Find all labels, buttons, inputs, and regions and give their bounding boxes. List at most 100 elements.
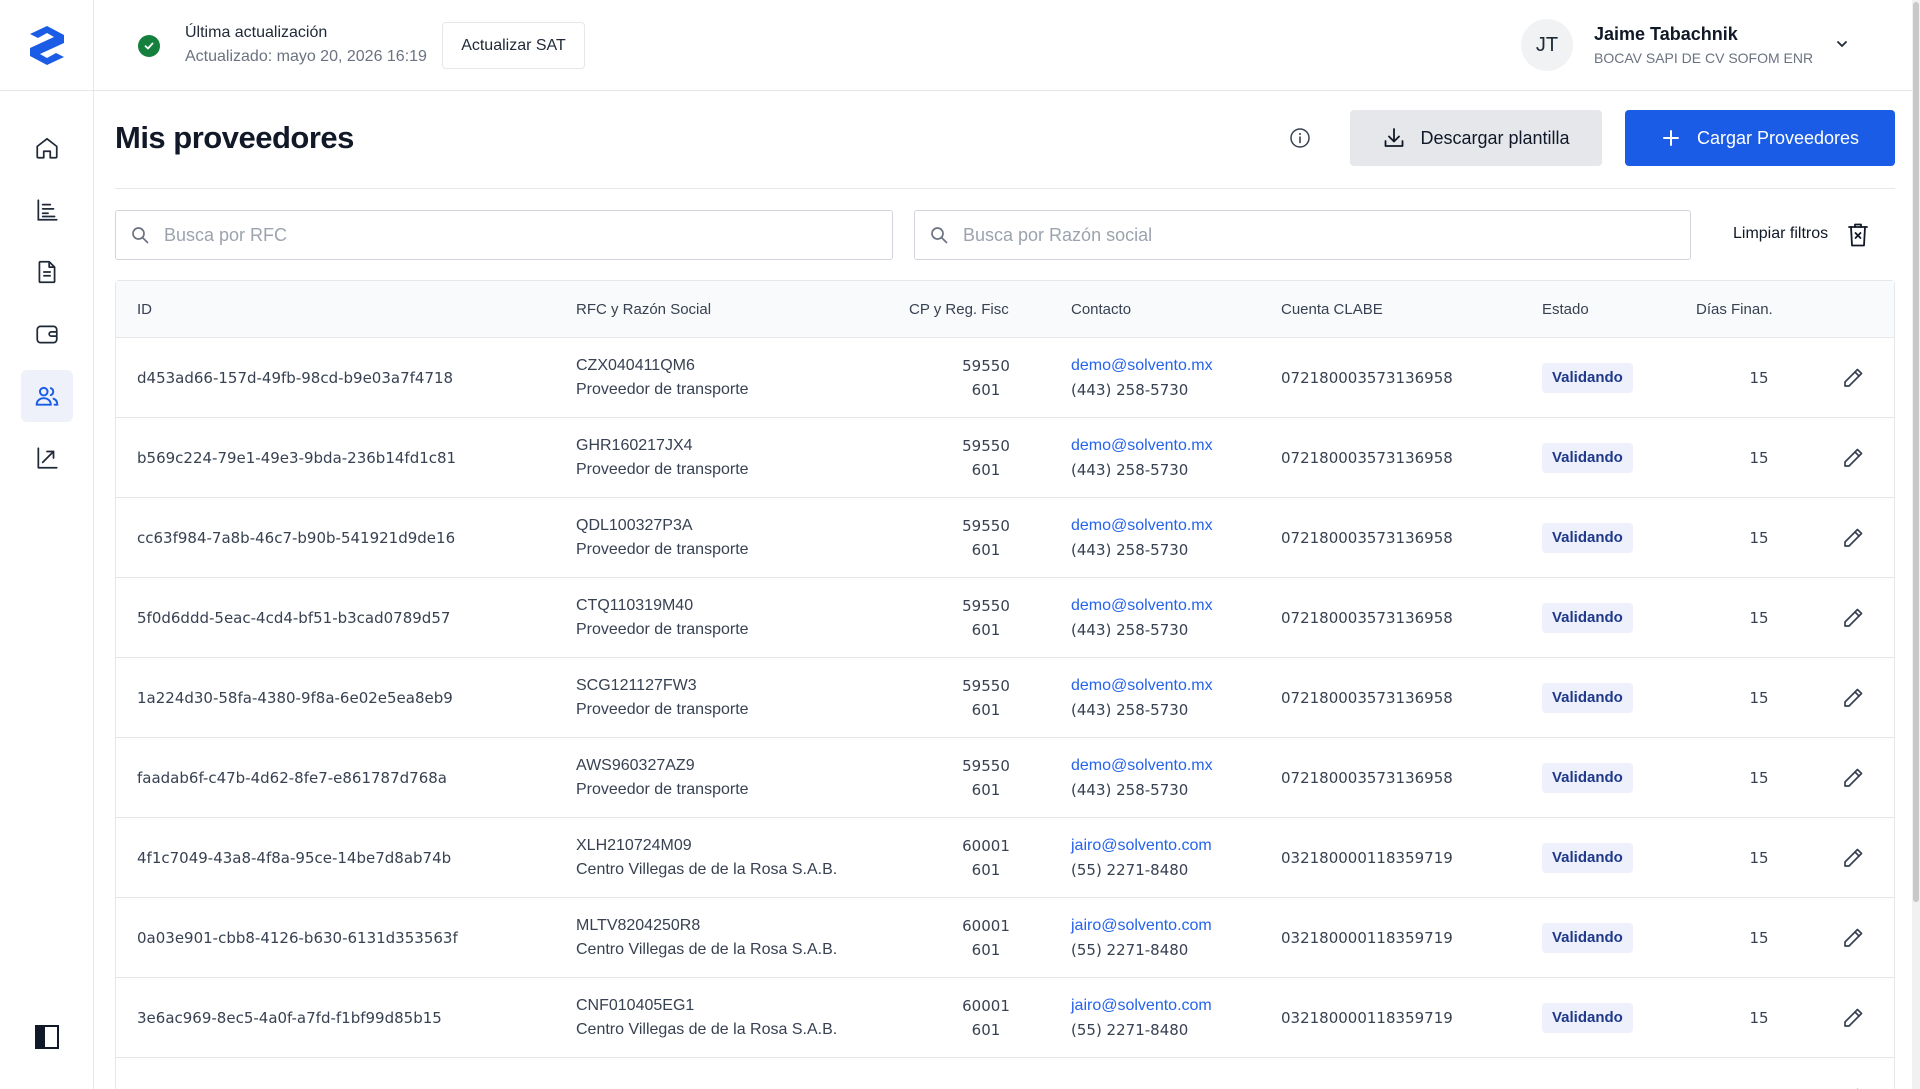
cell-dias: 15 bbox=[1749, 609, 1769, 627]
provider-email-link[interactable]: demo@solvento.mx bbox=[1071, 514, 1213, 538]
upload-providers-button[interactable]: Cargar Proveedores bbox=[1625, 110, 1895, 166]
column-header-id[interactable]: ID bbox=[137, 281, 152, 338]
column-header-clabe[interactable]: Cuenta CLABE bbox=[1281, 281, 1383, 338]
edit-provider-button[interactable] bbox=[1833, 498, 1873, 578]
table-row[interactable]: 3e6ac969-8ec5-4a0f-a7fd-f1bf99d85b15 CNF… bbox=[116, 978, 1894, 1058]
edit-provider-button[interactable] bbox=[1833, 578, 1873, 658]
info-icon[interactable] bbox=[1289, 127, 1311, 149]
clear-filters-button[interactable]: Limpiar filtros bbox=[1733, 225, 1828, 243]
table-row[interactable]: b569c224-79e1-49e3-9bda-236b14fd1c81 GHR… bbox=[116, 418, 1894, 498]
provider-id: 5f0d6ddd-5eac-4cd4-bf51-b3cad0789d57 bbox=[137, 578, 450, 658]
cell-dias: 15 bbox=[1749, 769, 1769, 787]
edit-provider-button[interactable] bbox=[1833, 978, 1873, 1058]
provider-email-link[interactable]: demo@solvento.mx bbox=[1071, 674, 1213, 698]
provider-cp: 59550 bbox=[962, 517, 1010, 535]
cell-clabe: 072180003573136958 bbox=[1281, 769, 1453, 787]
edit-provider-button[interactable] bbox=[1833, 818, 1873, 898]
provider-rfc: SCG121127FW3 bbox=[576, 677, 697, 694]
provider-cp: 59550 bbox=[962, 597, 1010, 615]
table-row[interactable]: 4f1c7049-43a8-4f8a-95ce-14be7d8ab74b XLH… bbox=[116, 818, 1894, 898]
sidebar-item-providers[interactable] bbox=[21, 370, 73, 422]
provider-rfc-razon: SCG121127FW3 Proveedor de transporte bbox=[576, 658, 749, 738]
provider-phone: (443) 258-5730 bbox=[1071, 381, 1189, 399]
cell-clabe: 032180000118359719 bbox=[1281, 849, 1453, 867]
scrollbar-thumb[interactable] bbox=[1913, 2, 1919, 902]
provider-estado: Validando bbox=[1542, 658, 1633, 738]
sync-status-title: Última actualización bbox=[185, 24, 328, 41]
provider-email-link[interactable]: demo@solvento.mx bbox=[1071, 754, 1213, 778]
chevron-down-icon[interactable] bbox=[1834, 36, 1850, 52]
cell-dias: 15 bbox=[1749, 369, 1769, 387]
column-header-rfc[interactable]: RFC y Razón Social bbox=[576, 281, 711, 338]
provider-cp-regimen: 60001 601 bbox=[936, 978, 1036, 1058]
search-razon-input[interactable] bbox=[963, 224, 1583, 246]
cell-clabe: 072180003573136958 bbox=[1281, 609, 1453, 627]
solvento-logo[interactable] bbox=[26, 24, 68, 66]
edit-provider-button[interactable] bbox=[1833, 738, 1873, 818]
edit-provider-button[interactable] bbox=[1833, 418, 1873, 498]
provider-id: d453ad66-157d-49fb-98cd-b9e03a7f4718 bbox=[137, 338, 453, 418]
provider-email-link[interactable]: jairo@solvento.com bbox=[1071, 834, 1212, 858]
table-row[interactable]: 5f0d6ddd-5eac-4cd4-bf51-b3cad0789d57 CTQ… bbox=[116, 578, 1894, 658]
table-row[interactable]: 0a03e901-cbb8-4126-b630-6131d353563f MLT… bbox=[116, 898, 1894, 978]
search-rfc-field[interactable] bbox=[115, 210, 893, 260]
provider-email-link[interactable]: jairo@solvento.com bbox=[1071, 994, 1212, 1018]
provider-razon: Proveedor de transporte bbox=[576, 781, 749, 798]
scrollbar[interactable] bbox=[1912, 0, 1920, 1089]
download-template-button[interactable]: Descargar plantilla bbox=[1350, 110, 1602, 166]
table-row[interactable]: cc63f984-7a8b-46c7-b90b-541921d9de16 QDL… bbox=[116, 498, 1894, 578]
column-header-estado[interactable]: Estado bbox=[1542, 281, 1589, 338]
provider-razon: Centro Villegas de de la Rosa S.A.B. bbox=[576, 1021, 838, 1038]
provider-regimen: 601 bbox=[971, 1021, 1001, 1039]
provider-id: 3e6ac969-8ec5-4a0f-a7fd-f1bf99d85b15 bbox=[137, 978, 442, 1058]
sidebar-item-reports[interactable] bbox=[21, 184, 73, 236]
provider-estado: Validando bbox=[1542, 818, 1633, 898]
sidebar-divider bbox=[0, 90, 94, 91]
edit-provider-button[interactable] bbox=[1833, 338, 1873, 418]
column-header-cp[interactable]: CP y Reg. Fisc bbox=[909, 281, 1009, 338]
provider-email-link[interactable]: demo@solvento.mx bbox=[1071, 434, 1213, 458]
table-row[interactable]: d453ad66-157d-49fb-98cd-b9e03a7f4718 CZX… bbox=[116, 338, 1894, 418]
provider-clabe: 072180003573136958 bbox=[1281, 738, 1453, 818]
provider-email-link[interactable]: demo@solvento.mx bbox=[1071, 354, 1213, 378]
status-badge: Validando bbox=[1542, 763, 1633, 793]
provider-regimen: 601 bbox=[971, 541, 1001, 559]
provider-cp-regimen: 60001 bbox=[936, 1058, 1036, 1089]
sidebar-collapse-button[interactable] bbox=[29, 1019, 65, 1055]
avatar[interactable]: JT bbox=[1521, 19, 1573, 71]
provider-regimen: 601 bbox=[971, 381, 1001, 399]
provider-email-link[interactable]: jairo@solvento.com bbox=[1071, 914, 1212, 938]
column-header-contacto[interactable]: Contacto bbox=[1071, 281, 1131, 338]
provider-contact: demo@solvento.mx (443) 258-5730 bbox=[1071, 418, 1213, 498]
edit-provider-button[interactable] bbox=[1833, 1058, 1873, 1089]
sidebar-item-trends[interactable] bbox=[21, 432, 73, 484]
provider-rfc: XLH210724M09 bbox=[576, 837, 692, 854]
sidebar-item-wallet[interactable] bbox=[21, 308, 73, 360]
sidebar-item-home[interactable] bbox=[21, 122, 73, 174]
provider-contact: jairo@solvento.com (55) 2271-8480 bbox=[1071, 978, 1212, 1058]
table-row[interactable]: GLP040513W65 60001 jairo@solvento.com bbox=[116, 1058, 1894, 1089]
provider-id: 4f1c7049-43a8-4f8a-95ce-14be7d8ab74b bbox=[137, 818, 451, 898]
provider-rfc: CNF010405EG1 bbox=[576, 997, 695, 1014]
provider-phone: (443) 258-5730 bbox=[1071, 701, 1189, 719]
table-row[interactable]: faadab6f-c47b-4d62-8fe7-e861787d768a AWS… bbox=[116, 738, 1894, 818]
update-sat-button[interactable]: Actualizar SAT bbox=[442, 22, 585, 69]
provider-contact: demo@solvento.mx (443) 258-5730 bbox=[1071, 498, 1213, 578]
provider-rfc: MLTV8204250R8 bbox=[576, 917, 701, 934]
provider-id: faadab6f-c47b-4d62-8fe7-e861787d768a bbox=[137, 738, 447, 818]
table-row[interactable]: 1a224d30-58fa-4380-9f8a-6e02e5ea8eb9 SCG… bbox=[116, 658, 1894, 738]
edit-provider-button[interactable] bbox=[1833, 898, 1873, 978]
provider-phone: (443) 258-5730 bbox=[1071, 541, 1189, 559]
edit-provider-button[interactable] bbox=[1833, 658, 1873, 738]
provider-razon: Proveedor de transporte bbox=[576, 461, 749, 478]
cell-dias: 15 bbox=[1749, 529, 1769, 547]
column-header-dias[interactable]: Días Finan. bbox=[1696, 281, 1773, 338]
search-rfc-input[interactable] bbox=[164, 224, 785, 246]
trash-icon[interactable] bbox=[1847, 222, 1869, 248]
provider-email-link[interactable]: demo@solvento.mx bbox=[1071, 594, 1213, 618]
provider-cp-regimen: 60001 601 bbox=[936, 818, 1036, 898]
provider-phone: (55) 2271-8480 bbox=[1071, 861, 1189, 879]
search-razon-field[interactable] bbox=[914, 210, 1691, 260]
sidebar-item-documents[interactable] bbox=[21, 246, 73, 298]
provider-rfc-razon: XLH210724M09 Centro Villegas de de la Ros… bbox=[576, 818, 837, 898]
